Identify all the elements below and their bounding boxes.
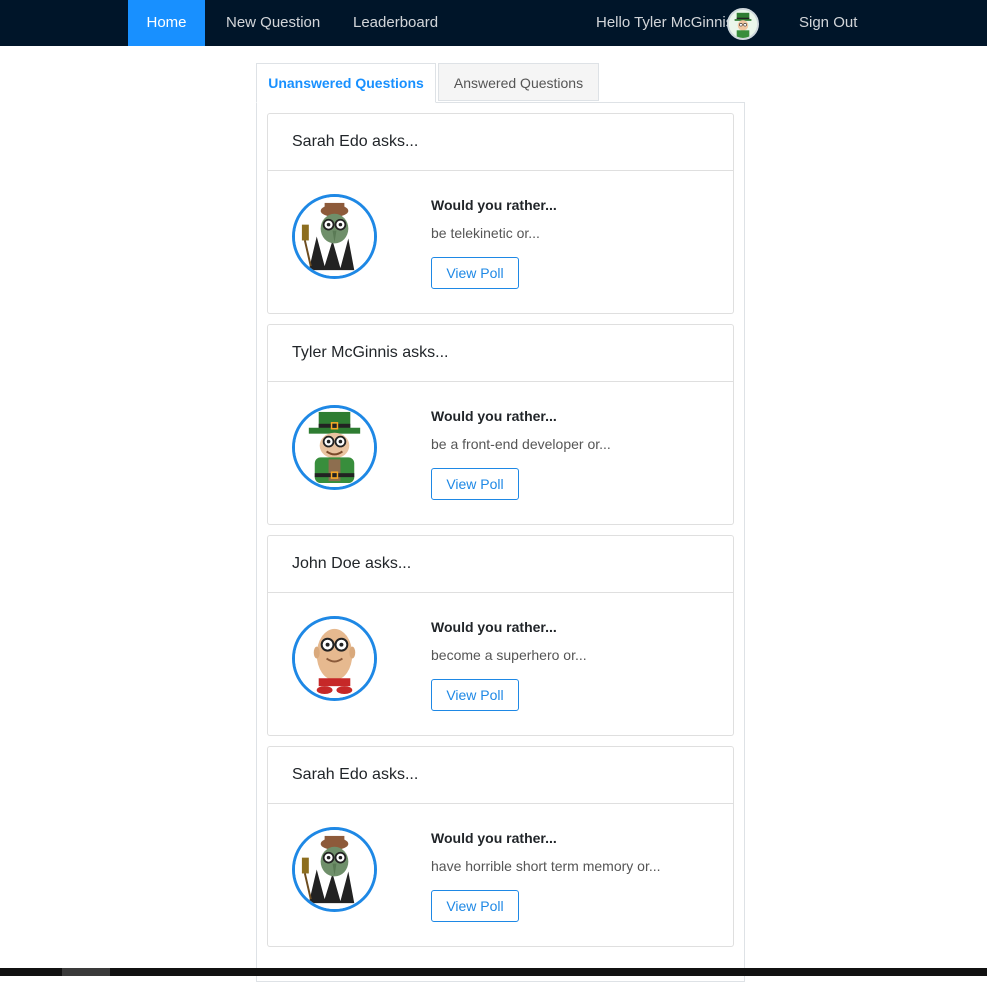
- would-you-rather-label: Would you rather...: [431, 619, 557, 635]
- horizontal-scrollbar[interactable]: [0, 968, 987, 976]
- tab-unanswered-questions[interactable]: Unanswered Questions: [256, 63, 436, 103]
- card-header: Sarah Edo asks...: [268, 114, 733, 171]
- card-header: Tyler McGinnis asks...: [268, 325, 733, 382]
- would-you-rather-label: Would you rather...: [431, 830, 557, 846]
- option-preview: be a front-end developer or...: [431, 436, 611, 452]
- nav-new-question-link[interactable]: New Question: [226, 0, 320, 46]
- card-header: Sarah Edo asks...: [268, 747, 733, 804]
- view-poll-button[interactable]: View Poll: [431, 890, 519, 922]
- option-preview: become a superhero or...: [431, 647, 587, 663]
- tab-answered-questions[interactable]: Answered Questions: [438, 63, 599, 101]
- view-poll-button[interactable]: View Poll: [431, 468, 519, 500]
- question-author: Sarah Edo asks...: [292, 133, 419, 150]
- witch-avatar-icon: [292, 827, 377, 912]
- question-card: Sarah Edo asks... Would you rather... ha…: [267, 746, 734, 947]
- question-author: John Doe asks...: [292, 555, 412, 572]
- would-you-rather-label: Would you rather...: [431, 408, 557, 424]
- user-greeting: Hello Tyler McGinnis: [596, 14, 734, 31]
- nav-home-link[interactable]: Home: [128, 0, 205, 46]
- top-navbar: Home New Question Leaderboard Hello Tyle…: [0, 0, 987, 46]
- question-card: Tyler McGinnis asks... Would you rather.…: [267, 324, 734, 525]
- question-author: Sarah Edo asks...: [292, 766, 419, 783]
- question-card: John Doe asks... Would you rather... bec…: [267, 535, 734, 736]
- view-poll-button[interactable]: View Poll: [431, 679, 519, 711]
- leprechaun-avatar-icon: [727, 8, 759, 40]
- leprechaun-avatar-icon: [292, 405, 377, 490]
- card-header: John Doe asks...: [268, 536, 733, 593]
- sign-out-link[interactable]: Sign Out: [799, 0, 857, 46]
- nav-leaderboard-link[interactable]: Leaderboard: [353, 0, 438, 46]
- question-card: Sarah Edo asks... Would you rather... be…: [267, 113, 734, 314]
- view-poll-button[interactable]: View Poll: [431, 257, 519, 289]
- scrollbar-thumb[interactable]: [62, 968, 110, 976]
- witch-avatar-icon: [292, 194, 377, 279]
- option-preview: be telekinetic or...: [431, 225, 540, 241]
- option-preview: have horrible short term memory or...: [431, 858, 661, 874]
- question-author: Tyler McGinnis asks...: [292, 344, 449, 361]
- would-you-rather-label: Would you rather...: [431, 197, 557, 213]
- bald-man-avatar-icon: [292, 616, 377, 701]
